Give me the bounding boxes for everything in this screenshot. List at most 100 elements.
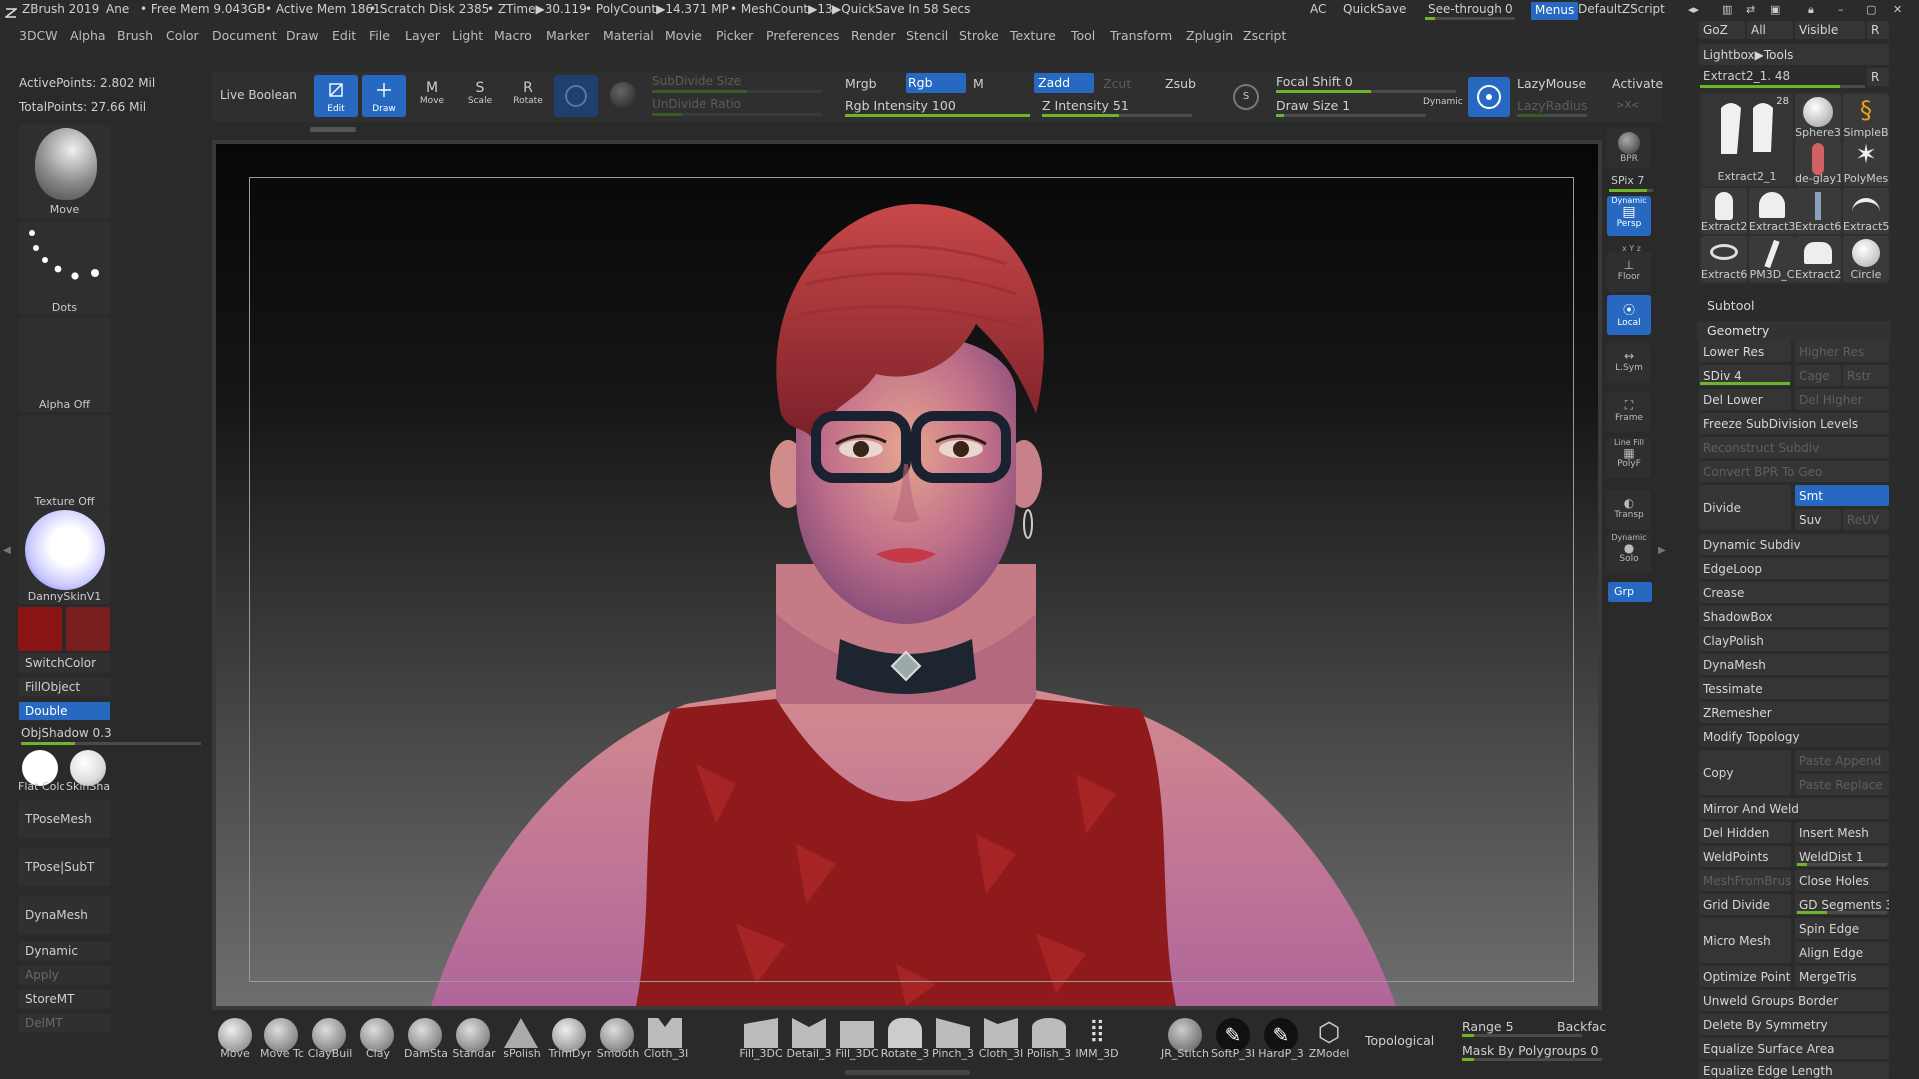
fillobject-button[interactable]: FillObject (18, 677, 111, 697)
dynamic-subdiv-section[interactable]: Dynamic Subdiv (1699, 534, 1889, 555)
ac-button[interactable]: AC (1310, 2, 1326, 16)
mirror-weld-button[interactable]: Mirror And Weld (1699, 798, 1889, 819)
menu-preferences[interactable]: Preferences (766, 28, 840, 43)
subdivide-size[interactable]: SubDivide Size (652, 74, 741, 88)
tessimate-section[interactable]: Tessimate (1699, 678, 1889, 699)
texture-slot[interactable]: Texture Off (18, 415, 111, 509)
crease-section[interactable]: Crease (1699, 582, 1889, 603)
menu-brush[interactable]: Brush (117, 28, 153, 43)
tool-thumb-extract2[interactable]: Extract2 (1701, 188, 1747, 234)
lsym-button[interactable]: ↔ L.Sym (1607, 343, 1651, 383)
draw-size-slider[interactable] (1276, 114, 1426, 117)
shelf-scroll[interactable] (310, 127, 356, 132)
lock-icon[interactable]: 🔒︎ (1808, 3, 1814, 17)
tool-thumb-sphere3[interactable]: Sphere3 (1795, 94, 1841, 140)
lazyradius[interactable]: LazyRadius (1517, 98, 1588, 113)
zremesher-section[interactable]: ZRemesher (1699, 702, 1889, 723)
material-sphere-icon[interactable] (610, 82, 636, 108)
claypolish-section[interactable]: ClayPolish (1699, 630, 1889, 651)
mask-polygroups[interactable]: Mask By Polygroups 0 (1462, 1043, 1598, 1058)
draw-button[interactable]: Draw (362, 75, 406, 117)
perspective-button[interactable]: Dynamic ▤ Persp (1607, 196, 1651, 236)
range-value[interactable]: Range 5 (1462, 1019, 1514, 1034)
rgb-intensity[interactable]: Rgb Intensity 100 (845, 98, 956, 113)
rgb-button[interactable]: Rgb (906, 73, 966, 93)
undivide-ratio[interactable]: UnDivide Ratio (652, 97, 741, 111)
meshfrombrush-button[interactable]: MeshFromBrush (1699, 870, 1791, 891)
minimize-icon[interactable]: – (1838, 3, 1844, 16)
menu-zplugin[interactable]: Zplugin (1186, 28, 1233, 43)
apply-button[interactable]: Apply (18, 965, 111, 985)
del-higher-button[interactable]: Del Higher (1795, 389, 1889, 410)
quicksave-button[interactable]: QuickSave (1343, 2, 1406, 16)
scale-mode-button[interactable]: S Scale (458, 75, 502, 117)
menu-picker[interactable]: Picker (716, 28, 753, 43)
menu-marker[interactable]: Marker (546, 28, 589, 43)
subdivide-size-slider[interactable] (652, 90, 822, 93)
align-edge-button[interactable]: Align Edge (1795, 942, 1889, 963)
seethrough-slider[interactable] (1425, 17, 1515, 20)
transp-button[interactable]: ◐ Transp (1607, 490, 1651, 530)
delete-symmetry-button[interactable]: Delete By Symmetry (1699, 1014, 1889, 1035)
tool-r-button[interactable]: R (1867, 68, 1889, 86)
sdiv-slider[interactable] (1700, 382, 1790, 385)
tool-thumb-circle[interactable]: Circle (1843, 236, 1889, 282)
tool-thumb-extract6[interactable]: Extract6 (1795, 188, 1841, 234)
stroke-symmetry-icon[interactable]: S (1233, 84, 1259, 110)
reuv-toggle[interactable]: ReUV (1843, 509, 1889, 530)
del-lower-button[interactable]: Del Lower (1699, 389, 1791, 410)
equalize-surface-button[interactable]: Equalize Surface Area (1699, 1038, 1889, 1059)
menu-macro[interactable]: Macro (494, 28, 532, 43)
stroke-dots-slot[interactable]: Dots (18, 221, 111, 315)
mrgb-button[interactable]: Mrgb (845, 76, 877, 91)
edit-button[interactable]: Edit (314, 75, 358, 117)
mask-polygroups-slider[interactable] (1462, 1058, 1602, 1061)
left-collapse-arrow-icon[interactable]: ◀ (3, 545, 11, 556)
edgeloop-section[interactable]: EdgeLoop (1699, 558, 1889, 579)
dock-icon[interactable]: ▣ (1770, 3, 1780, 16)
grp-button[interactable]: Grp (1608, 582, 1652, 602)
rstr-button[interactable]: Rstr (1843, 365, 1889, 386)
menu-texture[interactable]: Texture (1010, 28, 1056, 43)
bottom-scroll[interactable] (845, 1070, 970, 1075)
range-slider[interactable] (1462, 1034, 1582, 1037)
insert-mesh-button[interactable]: Insert Mesh (1795, 822, 1889, 843)
menu-material[interactable]: Material (603, 28, 654, 43)
main-color-swatch[interactable] (18, 607, 62, 651)
equalize-edge-button[interactable]: Equalize Edge Length (1699, 1062, 1889, 1079)
spix-value[interactable]: SPix 7 (1611, 174, 1644, 187)
double-toggle[interactable]: Double (18, 701, 111, 721)
solo-button[interactable]: Dynamic ● Solo (1607, 533, 1651, 573)
convert-bpr-button[interactable]: Convert BPR To Geo (1699, 461, 1889, 482)
tool-thumb-deglay[interactable]: de-glay1 (1795, 140, 1841, 186)
objshadow-value[interactable]: ObjShadow 0.3 (21, 726, 112, 740)
move-mode-button[interactable]: M Move (410, 75, 454, 117)
mergetris-button[interactable]: MergeTris (1795, 966, 1889, 987)
lazy-mouse-icon[interactable] (1468, 77, 1510, 117)
divide-button[interactable]: Divide (1699, 485, 1791, 530)
lower-res-button[interactable]: Lower Res (1699, 341, 1791, 362)
menu-zscript[interactable]: Zscript (1243, 28, 1286, 43)
modify-topology-section[interactable]: Modify Topology (1699, 726, 1889, 747)
local-button[interactable]: ⦿ Local (1607, 295, 1651, 335)
viewport-canvas[interactable] (216, 144, 1598, 1006)
menu-stencil[interactable]: Stencil (906, 28, 948, 43)
storemt-button[interactable]: StoreMT (18, 989, 111, 1009)
current-tool-slider[interactable] (1700, 85, 1865, 88)
seethrough-label[interactable]: See-through (1428, 2, 1502, 16)
z-intensity-slider[interactable] (1042, 114, 1192, 117)
swap-icon[interactable]: ⇄ (1746, 3, 1755, 16)
optimize-points-button[interactable]: Optimize Points (1699, 966, 1791, 987)
all-button[interactable]: All (1747, 21, 1793, 39)
menu-file[interactable]: File (369, 28, 390, 43)
layout-icon[interactable]: ▥ (1722, 3, 1732, 16)
lazyradius-slider[interactable] (1517, 114, 1587, 117)
rotate-mode-button[interactable]: R Rotate (506, 75, 550, 117)
tool-thumb-extract2-1[interactable]: 28 Extract2_1 (1701, 94, 1793, 186)
menu-draw[interactable]: Draw (286, 28, 319, 43)
maximize-icon[interactable]: ▢ (1866, 3, 1876, 16)
zsub-button[interactable]: Zsub (1165, 76, 1196, 91)
lightbox-tools-button[interactable]: Lightbox▶Tools (1699, 44, 1889, 65)
cage-button[interactable]: Cage (1795, 365, 1841, 386)
focal-shift[interactable]: Focal Shift 0 (1276, 74, 1353, 89)
